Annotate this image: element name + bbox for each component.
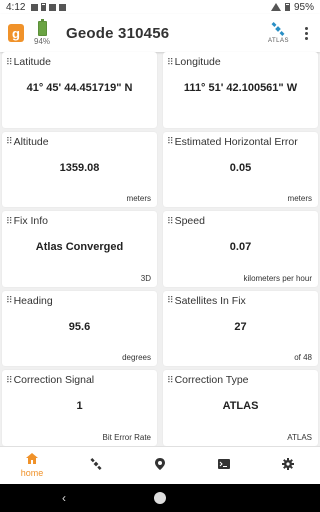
atlas-status-button[interactable]: ATLAS [268,22,289,44]
notification-icon [59,3,67,11]
app-logo[interactable]: g [8,24,24,42]
card-title: ⠿ Fix Info [6,215,153,227]
data-card-satellites-in-fix[interactable]: ⠿ Satellites In Fix 27 of 48 [163,290,318,367]
card-value: 95.6 [68,320,91,333]
nav-home[interactable]: home [2,447,62,485]
nav-home-label: home [20,468,44,478]
bottom-navigation: home [0,446,320,484]
status-notification-icons [31,3,67,11]
drag-handle-icon[interactable]: ⠿ [6,136,13,147]
card-title-label: Altitude [13,135,49,148]
card-title-label: Heading [13,294,53,307]
drag-handle-icon[interactable]: ⠿ [167,216,174,227]
card-unit: kilometers per hour [243,273,312,283]
device-battery-pct: 94% [34,36,51,46]
data-card-estimated-horizontal-error[interactable]: ⠿ Estimated Horizontal Error 0.05 meters [163,131,318,208]
drag-handle-icon[interactable]: ⠿ [6,295,13,306]
card-title-label: Fix Info [13,215,49,228]
data-card-correction-signal[interactable]: ⠿ Correction Signal 1 Bit Error Rate [2,370,157,446]
nav-terminal[interactable] [194,447,254,485]
app-bar: g 94% Geode 310456 ATLAS [0,14,320,52]
card-title: ⠿ Longitude [167,56,314,68]
status-battery-pct: 95% [293,1,314,13]
atlas-label: ATLAS [267,38,289,44]
drag-handle-icon[interactable]: ⠿ [6,216,13,227]
card-title: ⠿ Satellites In Fix [167,295,314,307]
card-title-label: Satellites In Fix [174,294,246,307]
terminal-icon [218,459,230,472]
card-value: 0.05 [229,161,252,174]
card-unit: degrees [122,353,151,363]
card-unit: of 48 [294,353,312,363]
data-card-fix-info[interactable]: ⠿ Fix Info Atlas Converged 3D [2,211,157,287]
card-title: ⠿ Heading [6,295,153,307]
nav-satellites[interactable] [66,447,126,485]
status-battery-icon [41,3,47,11]
card-title: ⠿ Altitude [6,136,153,148]
nav-settings[interactable] [258,447,318,485]
card-title-label: Longitude [174,56,221,68]
data-card-heading[interactable]: ⠿ Heading 95.6 degrees [2,290,157,367]
data-card-speed[interactable]: ⠿ Speed 0.07 kilometers per hour [163,211,318,287]
card-title-label: Correction Signal [13,374,95,387]
card-value: 27 [234,320,247,333]
card-value: 111° 51' 42.100561" W [183,82,298,94]
card-title: ⠿ Speed [167,215,314,227]
battery-fill [38,22,46,35]
data-card-grid: ⠿ Latitude 41° 45' 44.451719" N ⠿ Longitude 1… [0,52,320,446]
data-card-altitude[interactable]: ⠿ Altitude 1359.08 meters [2,131,157,208]
drag-handle-icon[interactable]: ⠿ [167,136,174,147]
drag-handle-icon[interactable]: ⠿ [6,375,13,386]
battery-icon [284,3,290,11]
settings-gear-icon [282,458,294,473]
card-title-label: Speed [174,215,205,228]
satellite-icon [90,458,102,473]
card-unit: meters [287,194,312,204]
more-vert-icon[interactable] [301,23,312,44]
card-title-label: Estimated Horizontal Error [174,135,298,148]
data-card-longitude[interactable]: ⠿ Longitude 111° 51' 42.100561" W [163,52,318,128]
card-title-label: Latitude [13,56,51,68]
card-unit: 3D [140,273,151,283]
location-pin-icon [155,458,165,473]
card-unit: meters [126,194,151,204]
system-navigation-bar: ‹ [0,484,320,512]
device-title: Geode 310456 [66,24,170,42]
drag-handle-icon[interactable]: ⠿ [6,57,13,68]
card-value: ATLAS [222,400,259,413]
notification-icon [31,3,39,11]
card-value: 41° 45' 44.451719" N [26,82,133,94]
notification-icon [49,3,57,11]
card-value: 1 [76,400,83,413]
drag-handle-icon[interactable]: ⠿ [167,295,174,306]
card-title: ⠿ Correction Type [167,374,314,386]
wifi-icon [270,3,281,11]
data-card-correction-type[interactable]: ⠿ Correction Type ATLAS ATLAS [163,370,318,446]
card-value: Atlas Converged [35,241,124,254]
card-title: ⠿ Correction Signal [6,374,153,386]
data-card-latitude[interactable]: ⠿ Latitude 41° 45' 44.451719" N [2,52,157,128]
home-icon [26,453,38,467]
card-unit: Bit Error Rate [102,432,151,442]
card-value: 1359.08 [59,161,100,174]
system-home-button[interactable] [154,492,166,504]
device-battery: 94% [34,18,51,46]
drag-handle-icon[interactable]: ⠿ [167,375,174,386]
nav-map[interactable] [130,447,190,485]
status-time: 4:12 [6,1,26,13]
card-title: ⠿ Latitude [6,56,153,68]
card-title: ⠿ Estimated Horizontal Error [167,136,314,148]
drag-handle-icon[interactable]: ⠿ [167,57,174,68]
battery-icon [37,18,47,36]
card-value: 0.07 [229,241,252,254]
card-unit: ATLAS [287,432,312,442]
satellite-icon [271,22,285,38]
status-bar: 4:12 95% [0,0,320,14]
card-title-label: Correction Type [174,374,249,387]
back-icon[interactable]: ‹ [62,491,66,505]
